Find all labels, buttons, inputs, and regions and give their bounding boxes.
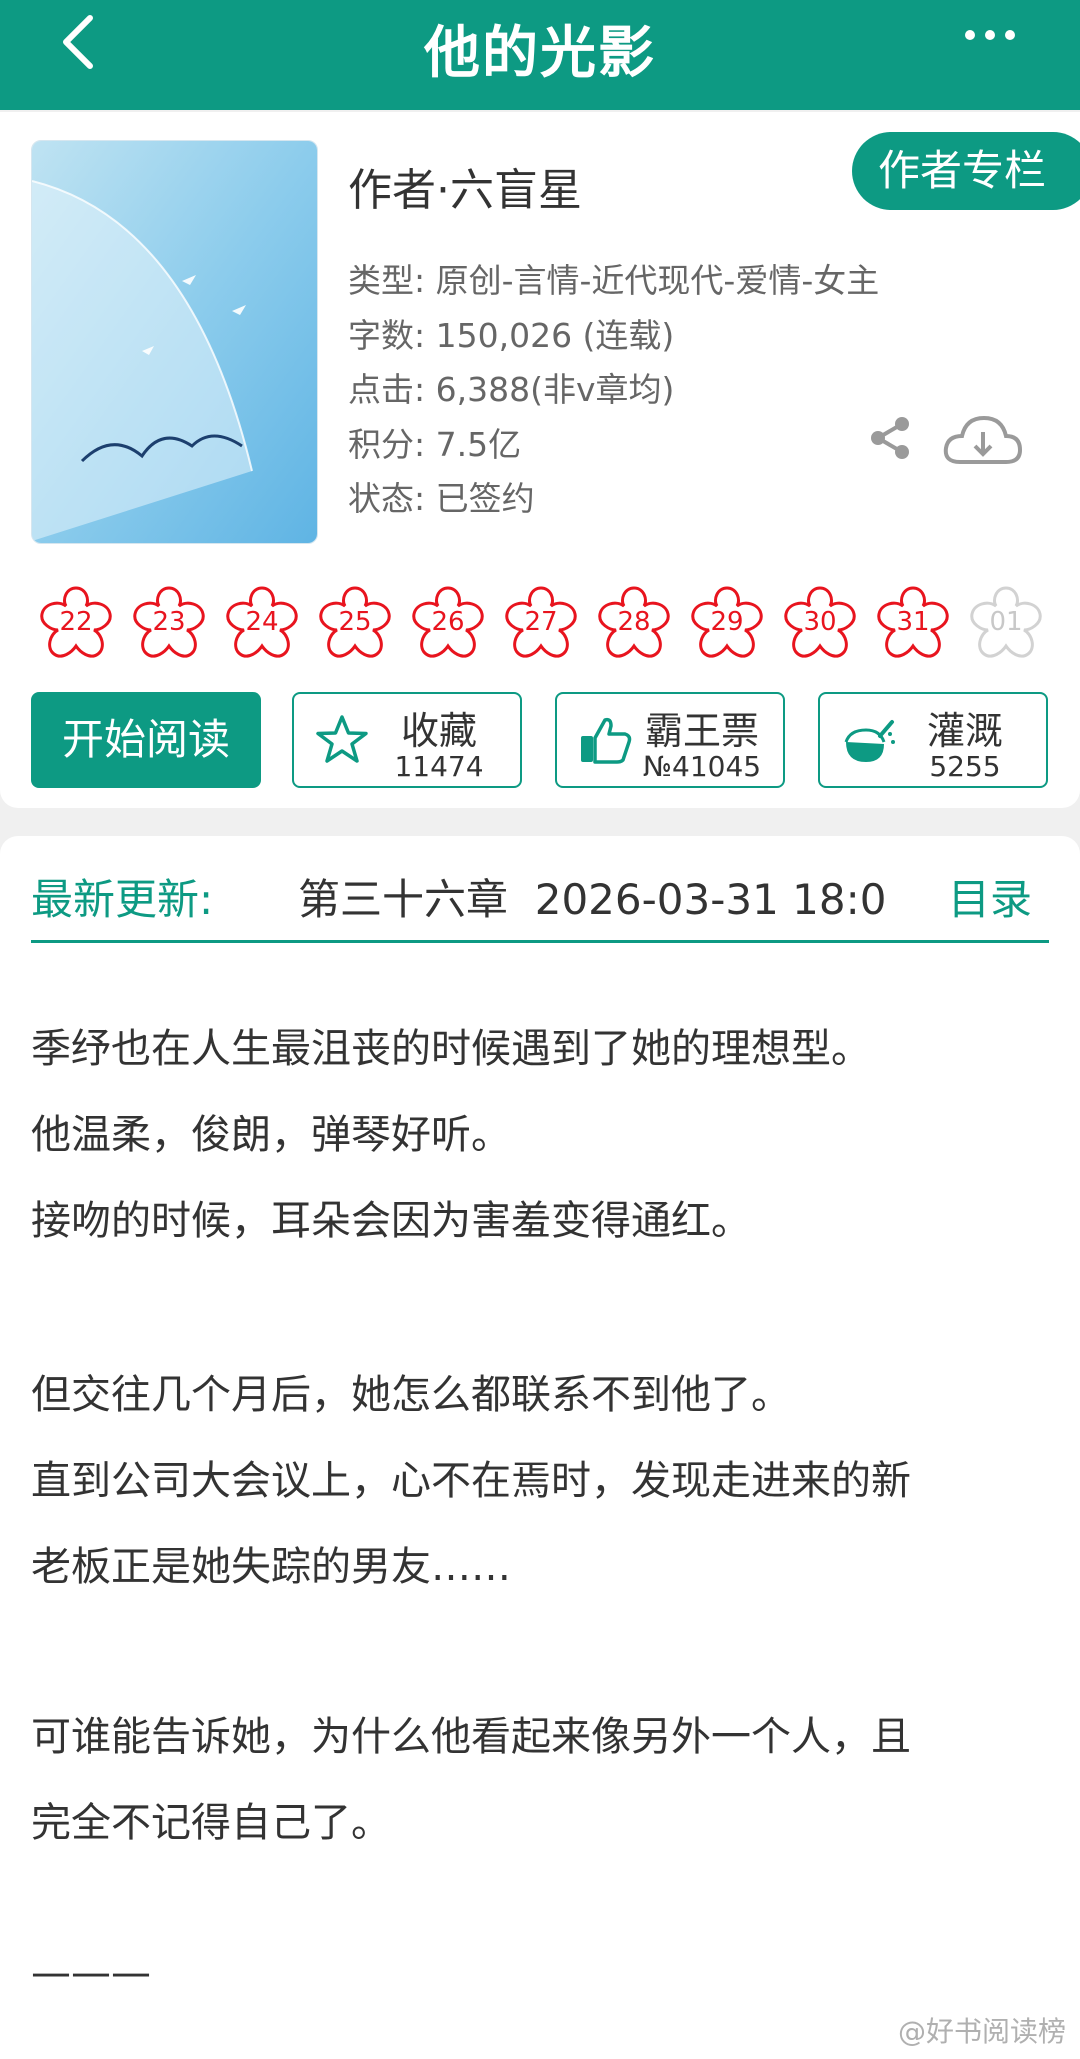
collect-label: 收藏 — [400, 709, 477, 753]
share-icon[interactable] — [866, 414, 914, 462]
ticket-button[interactable]: 霸王票 №41045 — [555, 692, 785, 788]
app-header: 他的光影 — [0, 0, 1080, 110]
latest-chapter-time: 2026-03-31 18:0 — [534, 875, 887, 924]
flower-badge[interactable]: 27 — [501, 582, 581, 662]
table-of-contents-link[interactable]: 目录 — [948, 866, 1032, 927]
flower-badge[interactable]: 31 — [873, 582, 953, 662]
latest-update-label: 最新更新: — [31, 875, 214, 924]
flower-badge[interactable]: 28 — [594, 582, 674, 662]
page-title: 他的光影 — [424, 21, 656, 86]
flower-badge[interactable]: 23 — [129, 582, 209, 662]
meta-clicks: 点击: 6,388(非v章均) — [348, 370, 675, 409]
thumbs-up-icon — [581, 717, 632, 764]
latest-chapter-name: 第三十六章 — [298, 875, 509, 924]
watering-can-icon — [844, 720, 895, 762]
more-options-icon[interactable] — [960, 20, 1020, 50]
book-info-card: 作者·六盲星 作者专栏 类型: 原创-言情-近代现代-爱情-女主 字数: 150… — [0, 112, 1080, 808]
flower-badge[interactable]: 25 — [315, 582, 395, 662]
ticket-label: 霸王票 — [644, 709, 759, 753]
book-meta: 类型: 原创-言情-近代现代-爱情-女主 字数: 150,026 (连载) 点击… — [348, 254, 879, 527]
meta-genre: 类型: 原创-言情-近代现代-爱情-女主 — [348, 261, 880, 300]
flower-badge[interactable]: 24 — [222, 582, 302, 662]
download-cloud-icon[interactable] — [940, 410, 1024, 470]
meta-word-count: 字数: 150,026 (连载) — [348, 315, 675, 355]
star-icon — [316, 715, 368, 763]
flower-badge-inactive[interactable]: 01 — [966, 582, 1046, 662]
water-label: 灌溉 — [926, 709, 1003, 753]
book-cover-image[interactable] — [31, 140, 318, 544]
latest-chapter-info[interactable]: 第三十六章 2026-03-31 18:0 — [298, 866, 904, 927]
description-line: 老板正是她失踪的男友…… — [31, 1544, 511, 1590]
description-line: 但交往几个月后，她怎么都联系不到他了。 — [31, 1372, 791, 1418]
latest-update-bar[interactable]: 最新更新: 第三十六章 2026-03-31 18:0 目录 — [0, 836, 1080, 976]
meta-score: 积分: 7.5亿 — [348, 424, 522, 464]
water-count: 5255 — [929, 750, 1001, 783]
description-line: 接吻的时候，耳朵会因为害羞变得通红。 — [31, 1198, 751, 1244]
description-line: 直到公司大会议上，心不在焉时，发现走进来的新 — [31, 1458, 911, 1504]
flower-badge[interactable]: 22 — [36, 582, 116, 662]
collect-button[interactable]: 收藏 11474 — [292, 692, 522, 788]
author-column-button[interactable]: 作者专栏 — [852, 132, 1080, 210]
author-name[interactable]: 作者·六盲星 — [348, 154, 582, 218]
description-line: 他温柔，俊朗，弹琴好听。 — [31, 1112, 511, 1158]
divider — [31, 940, 1049, 943]
collect-count: 11474 — [394, 750, 484, 783]
flower-badge[interactable]: 30 — [780, 582, 860, 662]
flower-rating-row: 22 23 24 25 26 27 28 29 30 31 01 — [36, 582, 1066, 662]
description-line: 季纾也在人生最沮丧的时候遇到了她的理想型。 — [31, 1026, 871, 1072]
flower-badge[interactable]: 26 — [408, 582, 488, 662]
description-line: ——— — [31, 1950, 151, 1996]
description-line: 完全不记得自己了。 — [31, 1800, 391, 1846]
description-line: 可谁能告诉她，为什么他看起来像另外一个人，且 — [31, 1714, 911, 1760]
water-button[interactable]: 灌溉 5255 — [818, 692, 1048, 788]
flower-badge[interactable]: 29 — [687, 582, 767, 662]
ticket-count: №41045 — [642, 750, 762, 783]
watermark: @好书阅读榜 — [897, 2015, 1066, 2048]
start-reading-button[interactable]: 开始阅读 — [31, 692, 261, 788]
meta-status: 状态: 已签约 — [348, 479, 535, 518]
